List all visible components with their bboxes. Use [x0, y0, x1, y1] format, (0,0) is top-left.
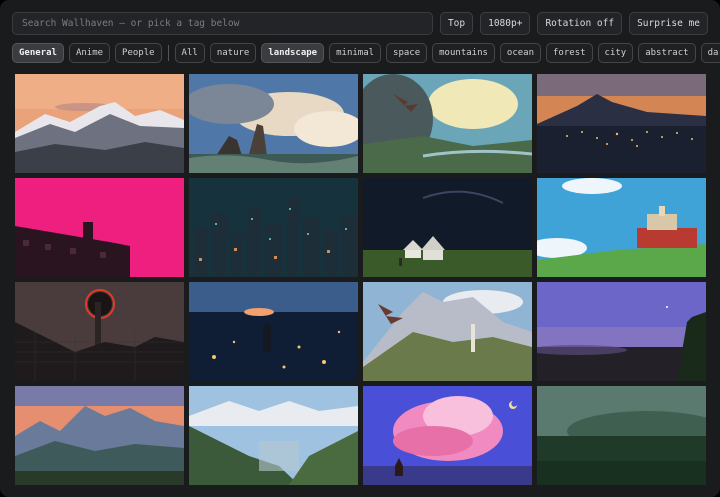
wallpaper-tile-red-eclipse-tower[interactable] — [15, 282, 184, 381]
tag-chip-dark[interactable]: dark — [700, 43, 720, 63]
wallpaper-tile-night-city-skyline[interactable] — [189, 178, 358, 277]
tag-chip-city[interactable]: city — [597, 43, 634, 63]
wallpaper-thumbnail — [363, 386, 532, 485]
rotation-toggle-button[interactable]: Rotation off — [537, 12, 623, 35]
wallpaper-tile-alpine-sunset-peaks[interactable] — [15, 386, 184, 485]
category-chip-anime[interactable]: Anime — [68, 43, 111, 63]
category-chip-general[interactable]: General — [12, 43, 64, 63]
search-input[interactable] — [12, 12, 433, 35]
app-window: Top 1080p+ Rotation off Surprise me Gene… — [0, 0, 720, 497]
wallpaper-thumbnail — [537, 386, 706, 485]
tag-chip-ocean[interactable]: ocean — [499, 43, 542, 63]
wallpaper-tile-snowy-mountain-sunset[interactable] — [15, 74, 184, 173]
wallpaper-thumbnail — [15, 178, 184, 277]
wallpaper-tile-pink-sky-rooftop[interactable] — [15, 178, 184, 277]
wallpaper-thumbnail — [363, 74, 532, 173]
wallpaper-thumbnail — [537, 282, 706, 381]
tag-chip-nature[interactable]: nature — [209, 43, 257, 63]
wallpaper-tile-purple-dusk-meadow[interactable] — [537, 282, 706, 381]
wallpaper-thumbnail — [537, 178, 706, 277]
wallpaper-tile-night-village-field[interactable] — [363, 178, 532, 277]
wallpaper-thumbnail — [363, 178, 532, 277]
wallpaper-thumbnail — [537, 74, 706, 173]
tag-chip-forest[interactable]: forest — [546, 43, 593, 63]
tag-chip-abstract[interactable]: abstract — [638, 43, 696, 63]
category-chip-people[interactable]: People — [115, 43, 162, 63]
wallpaper-grid — [15, 74, 708, 494]
wallpaper-thumbnail — [15, 74, 184, 173]
wallpaper-tile-misty-valley[interactable] — [189, 386, 358, 485]
tag-chip-minimal[interactable]: minimal — [329, 43, 382, 63]
wallpaper-tile-dragon-storm-valley[interactable] — [363, 74, 532, 173]
tag-filter-row: General Anime People All nature landscap… — [12, 43, 720, 63]
wallpaper-thumbnail — [15, 386, 184, 485]
surprise-me-button[interactable]: Surprise me — [629, 12, 708, 35]
wallpaper-thumbnail — [189, 386, 358, 485]
wallpaper-tile-green-hills-haze[interactable] — [537, 386, 706, 485]
wallpaper-tile-dragon-mountain-temple[interactable] — [363, 282, 532, 381]
wallpaper-thumbnail — [189, 178, 358, 277]
top-toolbar: Top 1080p+ Rotation off Surprise me — [12, 12, 708, 35]
resolution-filter-button[interactable]: 1080p+ — [480, 12, 531, 35]
wallpaper-thumbnail — [15, 282, 184, 381]
wallpaper-thumbnail — [189, 282, 358, 381]
tag-chip-mountains[interactable]: mountains — [432, 43, 495, 63]
wallpaper-tile-city-lights-mountain[interactable] — [537, 74, 706, 173]
wallpaper-thumbnail — [363, 282, 532, 381]
tag-chip-space[interactable]: space — [386, 43, 428, 63]
tag-chip-landscape[interactable]: landscape — [261, 43, 325, 63]
wallpaper-tile-castle-on-hill[interactable] — [537, 178, 706, 277]
wallpaper-tile-pink-cloud-fox[interactable] — [363, 386, 532, 485]
chip-divider — [167, 45, 169, 61]
wallpaper-tile-lantern-sea-night[interactable] — [189, 282, 358, 381]
top-sort-button[interactable]: Top — [439, 12, 474, 35]
tag-chip-all[interactable]: All — [174, 43, 205, 63]
wallpaper-tile-sea-cliffs-clouds[interactable] — [189, 74, 358, 173]
wallpaper-thumbnail — [189, 74, 358, 173]
